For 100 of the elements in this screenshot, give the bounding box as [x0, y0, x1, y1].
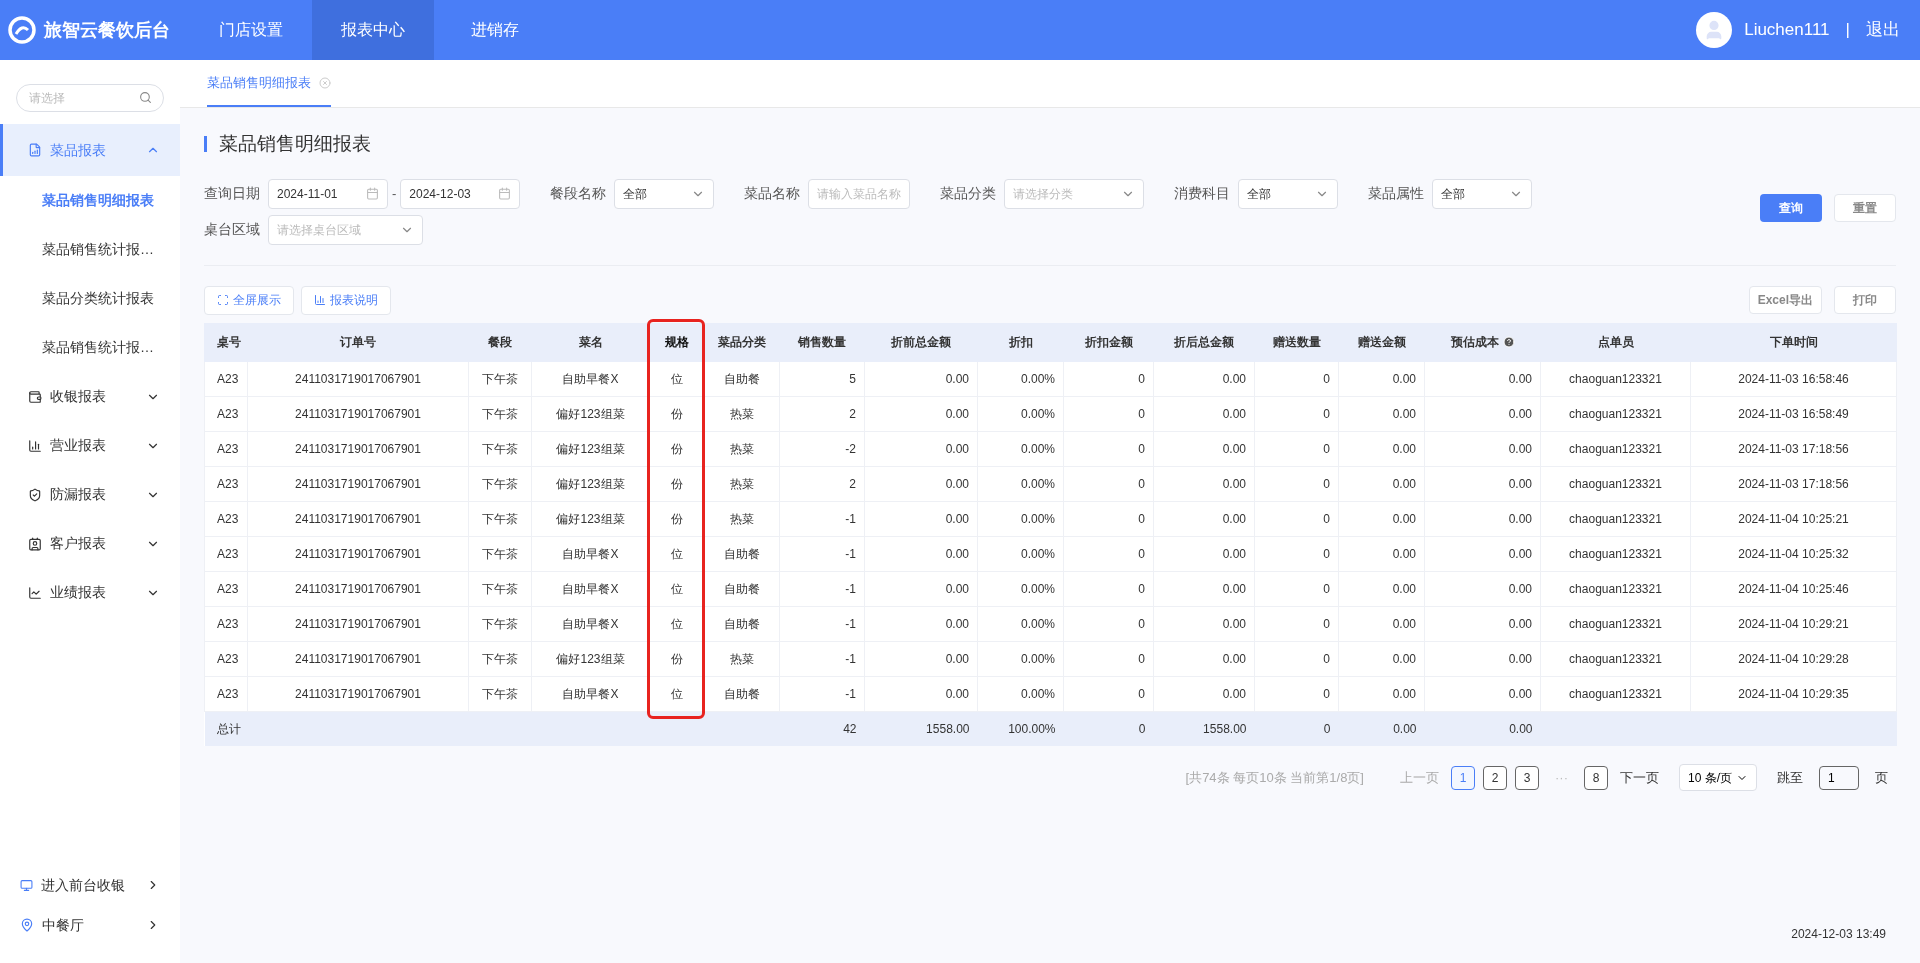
column-header: 订单号: [247, 323, 469, 361]
table-cell: 2024-11-04 10:29:28: [1690, 641, 1897, 676]
table-cell: 0.00%: [977, 466, 1064, 501]
tool-button[interactable]: 全屏展示: [204, 285, 294, 315]
table-cell: 自助餐: [703, 361, 780, 396]
column-header: 菜品分类: [703, 323, 780, 361]
filter-label: 菜品分类: [940, 184, 997, 203]
menu-group[interactable]: 客户报表: [0, 519, 180, 568]
export-button[interactable]: Excel导出: [1748, 286, 1822, 314]
table-cell: 0: [1063, 501, 1154, 536]
page-button[interactable]: 8: [1584, 765, 1608, 790]
column-header: 预估成本: [1424, 323, 1541, 361]
column-header: 赠送数量: [1254, 323, 1339, 361]
nav-tab[interactable]: 门店设置: [190, 0, 312, 60]
table-cell: 0.00: [1153, 536, 1255, 571]
table-cell: 0: [1254, 501, 1339, 536]
table-cell: 5: [779, 361, 865, 396]
table-cell: 0.00: [1338, 641, 1425, 676]
dish-name-field[interactable]: 请输入菜品名称: [808, 178, 911, 209]
date-field[interactable]: 2024-11-01: [268, 178, 388, 209]
search-field[interactable]: 请选择: [16, 84, 164, 112]
table-cell: 0.00: [1424, 606, 1541, 641]
table-cell: A23: [204, 606, 248, 641]
filter-label: 菜品名称: [744, 184, 801, 203]
menu-group[interactable]: 防漏报表: [0, 470, 180, 519]
page-button[interactable]: 1: [1451, 765, 1475, 790]
table-cell: chaoguan123321: [1540, 466, 1691, 501]
total-cell: 100.00%: [1008, 721, 1056, 736]
next-page-link[interactable]: 下一页: [1620, 767, 1659, 788]
separator: |: [1845, 19, 1850, 42]
column-header: 餐段: [468, 323, 532, 361]
nav-tab[interactable]: 报表中心: [312, 0, 434, 60]
menu-group[interactable]: 业绩报表: [0, 568, 180, 617]
table-cell: -1: [779, 641, 865, 676]
table-cell: 2024-11-03 17:18:56: [1690, 466, 1897, 501]
table-cell: 0.00: [864, 606, 978, 641]
pin-icon: [20, 918, 34, 932]
menu-group[interactable]: 收银报表: [0, 372, 180, 421]
table-cell: 0: [1063, 571, 1154, 606]
menu-group[interactable]: 营业报表: [0, 421, 180, 470]
table-cell: -1: [779, 676, 865, 711]
timestamp: 2024-12-03 13:49: [1791, 926, 1886, 943]
title-accent: [204, 136, 207, 153]
table-cell: A23: [204, 641, 248, 676]
menu-item[interactable]: 菜品分类统计报表: [0, 274, 180, 323]
table-cell: chaoguan123321: [1540, 536, 1691, 571]
menu-item[interactable]: 菜品销售统计报…: [0, 323, 180, 372]
column-header: 桌号: [204, 323, 248, 361]
tool-button[interactable]: 报表说明: [301, 285, 391, 315]
table-cell: A23: [204, 466, 248, 501]
column-header: 折扣金额: [1063, 323, 1154, 361]
table-cell: 2411031719017067901: [247, 676, 469, 711]
table-cell: 下午茶: [468, 676, 532, 711]
query-button[interactable]: 查询: [1760, 193, 1822, 222]
table-cell: 热菜: [703, 641, 780, 676]
table-cell: 0: [1063, 676, 1154, 711]
select-field[interactable]: 全部: [1238, 178, 1339, 209]
menu-item[interactable]: 菜品销售明细报表: [0, 176, 180, 225]
page-button[interactable]: 2: [1483, 765, 1507, 790]
table-cell: 0: [1063, 396, 1154, 431]
table-cell: 热菜: [703, 396, 780, 431]
table-cell: 下午茶: [468, 431, 532, 466]
jump-label: 跳至: [1777, 768, 1803, 787]
date-field[interactable]: 2024-12-03: [400, 178, 521, 209]
table-cell: 0.00: [1153, 676, 1255, 711]
table-cell: 0: [1254, 676, 1339, 711]
select-field[interactable]: 全部: [614, 178, 715, 209]
reset-button[interactable]: 重置: [1834, 193, 1896, 222]
table-cell: 0: [1063, 361, 1154, 396]
calendar-icon: [366, 187, 379, 200]
table-cell: 自助餐: [703, 606, 780, 641]
table-cell: 0.00: [864, 431, 978, 466]
table-cell: A23: [204, 396, 248, 431]
sidebar-link[interactable]: 进入前台收银: [0, 865, 180, 905]
table-cell: 0.00%: [977, 361, 1064, 396]
table-cell: 2411031719017067901: [247, 641, 469, 676]
table-cell: 0.00%: [977, 606, 1064, 641]
monitor-icon: [20, 878, 33, 892]
table-cell: 2024-11-04 10:29:21: [1690, 606, 1897, 641]
table-cell: 2411031719017067901: [247, 361, 469, 396]
page-tab[interactable]: 菜品销售明细报表: [207, 60, 331, 107]
table-cell: 0.00: [864, 571, 978, 606]
page-jump-field[interactable]: 1: [1819, 765, 1859, 790]
total-cell: 0.00: [1509, 721, 1533, 736]
table-cell: 2411031719017067901: [247, 396, 469, 431]
table-cell: -2: [779, 431, 865, 466]
sidebar-link[interactable]: 中餐厅: [0, 905, 180, 945]
menu-item[interactable]: 菜品销售统计报…: [0, 225, 180, 274]
table-cell: 0.00: [1153, 361, 1255, 396]
export-button[interactable]: 打印: [1834, 286, 1896, 314]
page-size-select[interactable]: 10 条/页: [1679, 764, 1757, 791]
table-cell: A23: [204, 431, 248, 466]
bar-chart-icon: [314, 294, 326, 306]
page-button[interactable]: 3: [1515, 765, 1539, 790]
table-cell: 0.00: [1153, 466, 1255, 501]
table-cell: 0.00: [1424, 431, 1541, 466]
table-cell: 自助餐: [703, 676, 780, 711]
logout-link[interactable]: 退出: [1866, 17, 1900, 43]
nav-tab[interactable]: 进销存: [434, 0, 556, 60]
select-field[interactable]: 全部: [1432, 178, 1533, 209]
